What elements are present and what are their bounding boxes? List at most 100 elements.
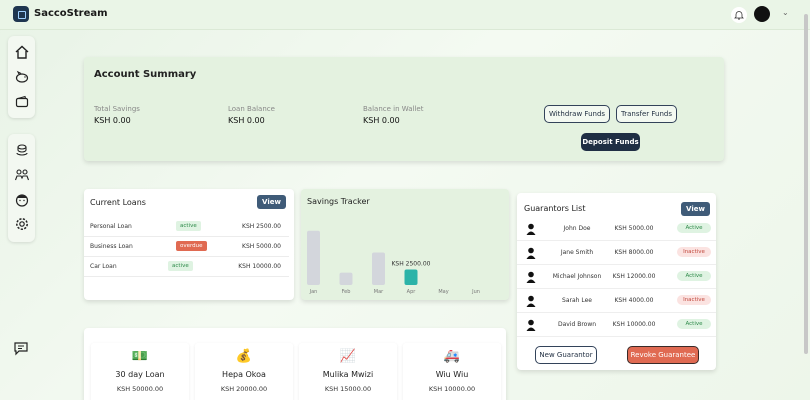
loan-amount: KSH 10000.00 bbox=[238, 263, 281, 270]
status-badge: Active bbox=[677, 319, 711, 329]
guarantor-name: Michael Johnson bbox=[552, 273, 602, 280]
loan-balance-value: KSH 0.00 bbox=[228, 116, 265, 125]
sidebar-group-secondary bbox=[8, 134, 35, 242]
account-summary-title: Account Summary bbox=[94, 69, 197, 80]
x-tick-label: Jan bbox=[309, 289, 318, 295]
loan-product-card[interactable]: 💵 30 day Loan KSH 50000.00 bbox=[91, 343, 189, 400]
bell-icon[interactable] bbox=[731, 7, 747, 23]
guarantor-name: David Brown bbox=[557, 321, 597, 328]
guarantor-amount: KSH 8000.00 bbox=[614, 249, 654, 256]
guarantor-amount: KSH 10000.00 bbox=[612, 321, 656, 328]
person-icon bbox=[526, 223, 536, 235]
loan-amount: KSH 2500.00 bbox=[242, 223, 281, 230]
guarantor-name: Sarah Lee bbox=[562, 297, 592, 304]
loan-balance-label: Loan Balance bbox=[228, 105, 275, 113]
top-bar: SaccoStream ⌄ bbox=[0, 0, 810, 30]
account-summary-card: Account Summary Total Savings KSH 0.00 L… bbox=[84, 57, 724, 161]
product-name: Hepa Okoa bbox=[222, 370, 266, 379]
chat-icon[interactable] bbox=[13, 340, 29, 356]
person-icon bbox=[526, 319, 536, 331]
list-item[interactable]: Michael Johnson KSH 12000.00 Active bbox=[517, 265, 716, 289]
face-icon[interactable] bbox=[14, 192, 30, 208]
x-tick-label: May bbox=[438, 289, 448, 295]
product-amount: KSH 20000.00 bbox=[220, 385, 268, 393]
loan-name: Personal Loan bbox=[90, 223, 132, 230]
product-name: Wiu Wiu bbox=[435, 370, 469, 379]
product-icon: 💰 bbox=[235, 349, 253, 364]
status-badge: overdue bbox=[176, 241, 207, 251]
deposit-funds-button[interactable]: Deposit Funds bbox=[581, 133, 640, 151]
product-icon: 📈 bbox=[339, 349, 357, 364]
users-icon[interactable] bbox=[14, 167, 30, 183]
loan-product-card[interactable]: 💰 Hepa Okoa KSH 20000.00 bbox=[195, 343, 293, 400]
loan-product-card[interactable]: 📈 Mulika Mwizi KSH 15000.00 bbox=[299, 343, 397, 400]
coins-icon[interactable] bbox=[14, 142, 30, 158]
list-item[interactable]: John Doe KSH 5000.00 Active bbox=[517, 217, 716, 241]
guarantors-view-all-button[interactable]: View All bbox=[681, 202, 710, 227]
guarantor-name: Jane Smith bbox=[560, 249, 594, 256]
home-icon[interactable] bbox=[14, 44, 30, 60]
wallet-balance-value: KSH 0.00 bbox=[363, 116, 400, 125]
bar-annotation: KSH 2500.00 bbox=[392, 261, 431, 268]
table-row[interactable]: Personal Loan active KSH 2500.00 bbox=[84, 217, 289, 237]
settings-icon[interactable] bbox=[14, 216, 30, 232]
status-badge: Active bbox=[677, 271, 711, 281]
wallet-icon[interactable] bbox=[14, 94, 30, 110]
chevron-down-icon[interactable]: ⌄ bbox=[782, 8, 789, 17]
current-loans-title: Current Loans bbox=[90, 198, 146, 207]
new-guarantor-button[interactable]: New Guarantor bbox=[535, 346, 597, 364]
loan-name: Car Loan bbox=[90, 263, 117, 270]
product-amount: KSH 15000.00 bbox=[324, 385, 372, 393]
savings-tracker-card: Savings Tracker Jan Feb Mar Apr KSH 2500.00 M… bbox=[301, 189, 509, 300]
x-tick-label: Jun bbox=[471, 289, 480, 295]
list-item[interactable]: Jane Smith KSH 8000.00 Inactive bbox=[517, 241, 716, 265]
x-tick-label: Feb bbox=[342, 289, 351, 295]
status-badge: Inactive bbox=[677, 247, 711, 257]
total-savings-value: KSH 0.00 bbox=[94, 116, 131, 125]
product-icon: 💵 bbox=[131, 349, 149, 364]
status-badge: active bbox=[168, 261, 193, 271]
scrollbar[interactable] bbox=[804, 14, 808, 354]
product-amount: KSH 50000.00 bbox=[116, 385, 164, 393]
app-logo-icon[interactable] bbox=[13, 6, 29, 22]
guarantor-amount: KSH 4000.00 bbox=[614, 297, 654, 304]
current-loans-card: Current Loans View All Personal Loan act… bbox=[84, 189, 294, 300]
product-name: Mulika Mwizi bbox=[322, 370, 374, 379]
product-amount: KSH 10000.00 bbox=[428, 385, 476, 393]
status-badge: active bbox=[176, 221, 201, 231]
guarantors-card: Guarantors List View All John Doe KSH 500… bbox=[517, 193, 716, 370]
loan-name: Business Loan bbox=[90, 243, 133, 250]
person-icon bbox=[526, 271, 536, 283]
bar-feb[interactable] bbox=[339, 272, 353, 285]
product-icon: 🚑 bbox=[443, 349, 461, 364]
table-row[interactable]: Car Loan active KSH 10000.00 bbox=[84, 257, 289, 277]
list-item[interactable]: Sarah Lee KSH 4000.00 Inactive bbox=[517, 289, 716, 313]
loans-view-all-button[interactable]: View All bbox=[257, 195, 286, 220]
sidebar bbox=[8, 36, 36, 366]
person-icon bbox=[526, 295, 536, 307]
savings-chart: Jan Feb Mar Apr KSH 2500.00 May Jun bbox=[307, 230, 480, 295]
bar-mar[interactable] bbox=[372, 252, 385, 285]
guarantors-title: Guarantors List bbox=[524, 204, 586, 213]
loan-amount: KSH 5000.00 bbox=[242, 243, 281, 250]
guarantor-amount: KSH 12000.00 bbox=[612, 273, 656, 280]
guarantor-amount: KSH 5000.00 bbox=[614, 225, 654, 232]
total-savings-label: Total Savings bbox=[94, 105, 140, 113]
loan-product-card[interactable]: 🚑 Wiu Wiu KSH 10000.00 bbox=[403, 343, 501, 400]
app-name[interactable]: SaccoStream bbox=[34, 8, 108, 19]
piggy-bank-icon[interactable] bbox=[14, 69, 30, 85]
bar-apr[interactable] bbox=[404, 269, 418, 286]
wallet-balance-label: Balance in Wallet bbox=[363, 105, 424, 113]
guarantor-name: John Doe bbox=[563, 225, 591, 232]
status-badge: Inactive bbox=[677, 295, 711, 305]
transfer-funds-button[interactable]: Transfer Funds bbox=[616, 105, 677, 123]
person-icon bbox=[526, 247, 536, 259]
table-row[interactable]: Business Loan overdue KSH 5000.00 bbox=[84, 237, 289, 257]
x-tick-label: Mar bbox=[374, 289, 384, 295]
bar-jan[interactable] bbox=[307, 230, 320, 285]
user-avatar[interactable] bbox=[754, 6, 770, 22]
list-item[interactable]: David Brown KSH 10000.00 Active bbox=[517, 313, 716, 337]
withdraw-funds-button[interactable]: Withdraw Funds bbox=[544, 105, 610, 123]
sidebar-group-main bbox=[8, 36, 35, 118]
revoke-guarantee-button[interactable]: Revoke Guarantee bbox=[627, 346, 699, 364]
